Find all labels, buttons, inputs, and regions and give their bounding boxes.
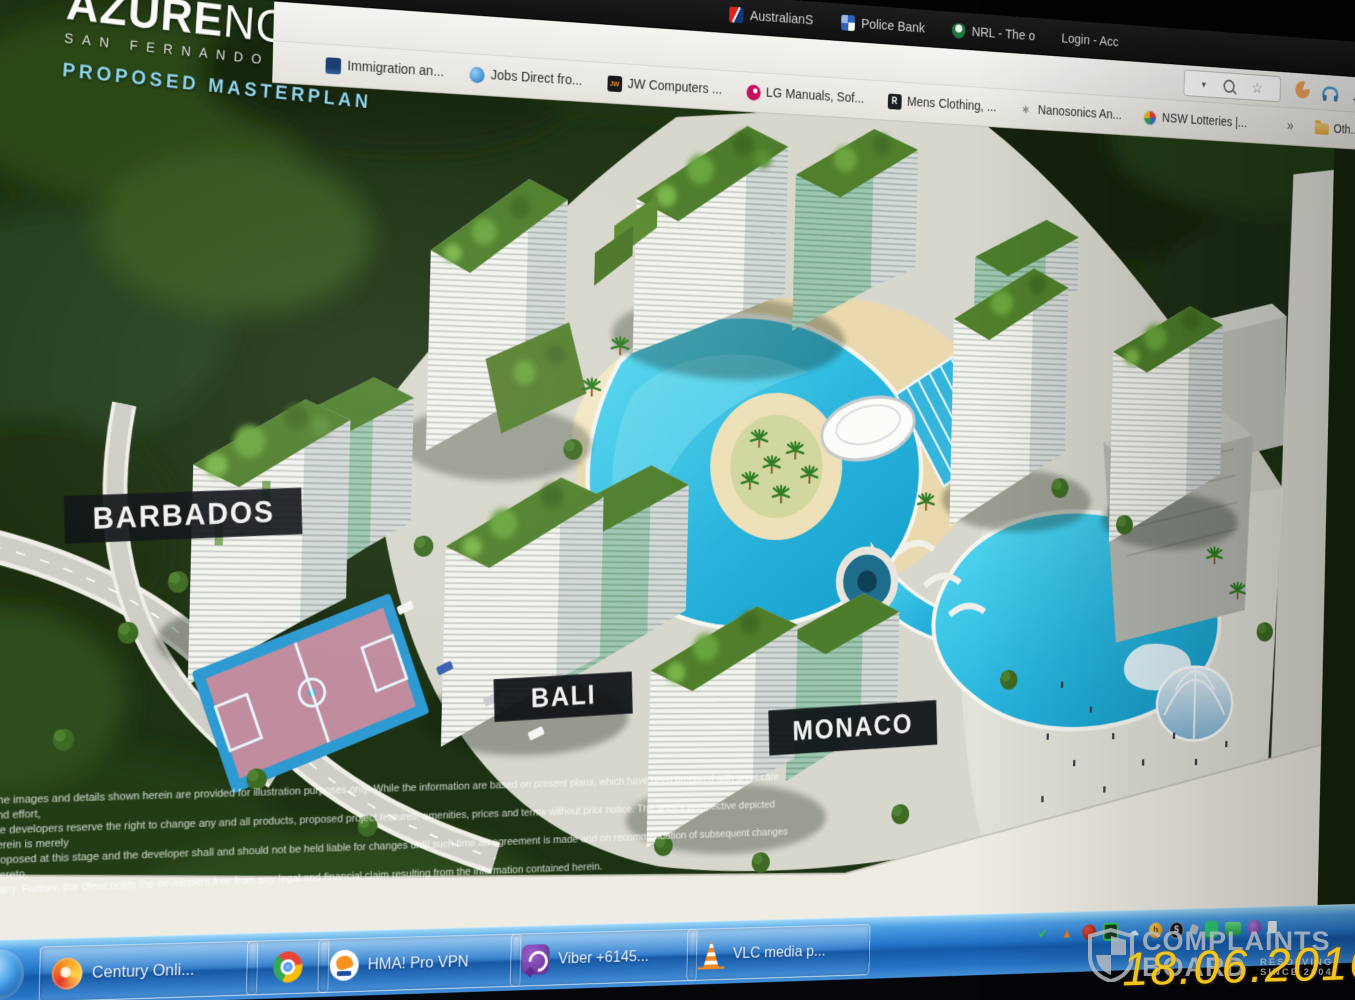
bookmark-label: JW Computers ... <box>628 77 723 98</box>
nrl-favicon-icon <box>952 22 966 38</box>
photo-date: 18.06.2016 <box>1121 935 1355 997</box>
tab-australiansuper[interactable]: AustralianS <box>729 6 813 28</box>
bookmark-label: Immigration an... <box>347 59 444 80</box>
tab-login[interactable]: Login - Acc <box>1061 30 1118 49</box>
barbados-label: BARBADOS <box>64 488 303 544</box>
taskbar-button-viber[interactable]: Viber +6145... <box>510 929 698 987</box>
extension-pacman-icon[interactable] <box>1293 78 1313 102</box>
extension-headphones-icon[interactable] <box>1321 80 1340 104</box>
jobs-direct-favicon-icon <box>469 66 484 83</box>
tab-nrl[interactable]: NRL - The o <box>952 22 1036 43</box>
extension-download-icon[interactable]: ↓ <box>1347 82 1355 106</box>
bookmark-label: Jobs Direct fro... <box>490 68 582 89</box>
bookmark-label: NSW Lotteries |... <box>1162 111 1247 130</box>
tab-label: AustralianS <box>750 8 814 28</box>
bali-label: BALI <box>494 671 633 721</box>
omnibox-tools: ▾ ☆ <box>1183 70 1280 103</box>
bali-label-text: BALI <box>531 680 597 714</box>
monitor-screen: BARBADOS BALI MONACO RESIDENCES AT AZURE… <box>0 0 1355 1000</box>
vlc-icon <box>697 939 724 969</box>
bookmark-star-icon[interactable]: ☆ <box>1251 80 1263 96</box>
police-bank-favicon-icon <box>841 14 855 30</box>
tab-label: Police Bank <box>861 16 925 36</box>
bookmark-immigration[interactable]: Immigration an... <box>325 57 444 81</box>
tab-label: Login - Acc <box>1061 30 1118 49</box>
chrome-icon <box>273 951 303 983</box>
mens-clothing-favicon-icon: R <box>887 93 901 109</box>
photo-frame: BARBADOS BALI MONACO RESIDENCES AT AZURE… <box>0 0 1355 1000</box>
folder-icon <box>1314 122 1328 134</box>
bookmark-mens-clothing[interactable]: R Mens Clothing, ... <box>887 93 996 115</box>
bookmark-nsw-lotteries[interactable]: NSW Lotteries |... <box>1144 110 1247 131</box>
tray-checkmark-icon[interactable]: ✔ <box>1034 924 1052 944</box>
bookmark-label: Nanosonics An... <box>1038 103 1122 123</box>
taskbar-button-hma[interactable]: HMA! Pro VPN <box>317 934 521 994</box>
dropdown-caret-icon[interactable]: ▾ <box>1202 78 1206 90</box>
glass-dome <box>1156 667 1233 741</box>
century-online-icon <box>51 957 82 990</box>
taskbar-button-label: VLC media p... <box>733 942 826 963</box>
bookmark-jw-computers[interactable]: JW JW Computers ... <box>607 75 722 98</box>
taskbar-button-label: Viber +6145... <box>558 947 649 968</box>
australiansuper-favicon-icon <box>729 6 744 23</box>
nsw-lotteries-favicon-icon <box>1144 110 1157 126</box>
taskbar-button-label: Century Onli... <box>92 960 195 983</box>
nanosonics-favicon-icon: ∗ <box>1019 102 1033 118</box>
jw-computers-favicon-icon: JW <box>607 75 622 92</box>
viber-icon <box>521 944 550 975</box>
bookmark-label: LG Manuals, Sof... <box>766 86 865 107</box>
taskbar-button-label: HMA! Pro VPN <box>367 952 468 974</box>
other-bookmarks-label: Oth... <box>1333 122 1355 137</box>
lg-favicon-icon <box>746 84 760 101</box>
browser-page: BARBADOS BALI MONACO RESIDENCES AT AZURE… <box>0 0 1355 941</box>
bookmark-label: Mens Clothing, ... <box>907 95 997 115</box>
tab-label: NRL - The o <box>972 24 1036 44</box>
bookmark-jobs-direct[interactable]: Jobs Direct fro... <box>469 66 582 89</box>
bookmarks-overflow-chevron[interactable]: » <box>1287 118 1294 134</box>
tray-vlc-cone-icon[interactable]: ▲ <box>1058 923 1075 943</box>
taskbar-button-vlc[interactable]: VLC media p... <box>686 924 870 981</box>
start-button[interactable] <box>0 949 24 1000</box>
immigration-favicon-icon <box>325 57 341 74</box>
hma-vpn-icon <box>329 949 359 981</box>
bookmark-lg-manuals[interactable]: LG Manuals, Sof... <box>746 84 864 107</box>
search-icon[interactable] <box>1223 79 1234 93</box>
bookmark-nanosonics[interactable]: ∗ Nanosonics An... <box>1019 102 1122 124</box>
taskbar-button-century[interactable]: Century Onli... <box>39 941 259 1000</box>
tab-police-bank[interactable]: Police Bank <box>841 14 925 35</box>
other-bookmarks-folder[interactable]: Oth... <box>1314 121 1355 138</box>
